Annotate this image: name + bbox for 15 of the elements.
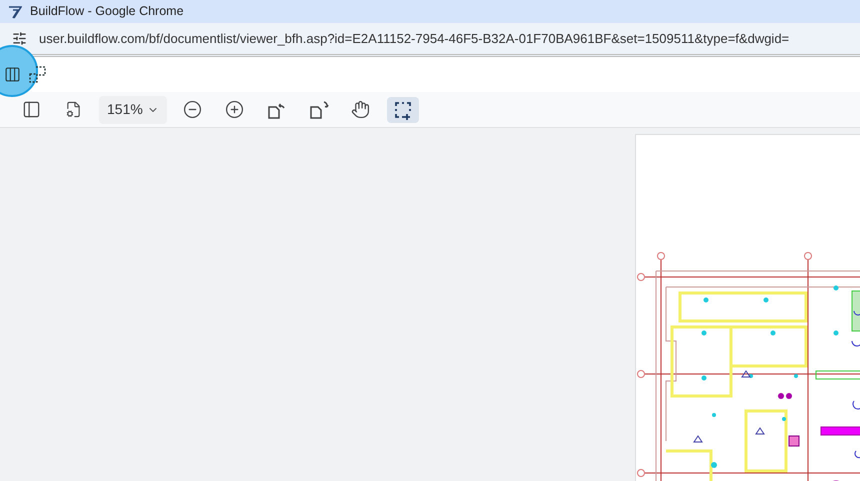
sidebar-icon (22, 100, 40, 119)
zoom-out-icon (183, 100, 202, 119)
zoom-dropdown[interactable]: 151% (99, 96, 167, 124)
columns-icon[interactable] (4, 66, 21, 83)
page-settings-icon (64, 101, 82, 118)
dashed-boxes-icon[interactable] (29, 66, 46, 83)
rotate-right-icon (308, 100, 330, 120)
url-text[interactable]: user.buildflow.com/bf/documentlist/viewer_bfh.asp?id=E2A11152-7954-46F5-B32A-01F70BA961BF&set=1509511&type=f&dwgid= (39, 28, 790, 48)
marquee-select-icon (392, 100, 413, 120)
app-logo-icon (8, 4, 22, 18)
marquee-button[interactable] (386, 96, 419, 122)
window-title: BuildFlow - Google Chrome (30, 3, 184, 20)
site-info-icon[interactable] (12, 31, 27, 46)
zoom-in-icon (225, 100, 244, 119)
pan-hand-icon (351, 100, 370, 119)
